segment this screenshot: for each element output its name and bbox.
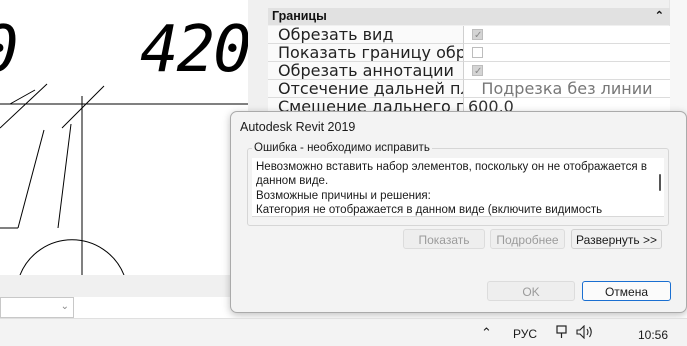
message-line: Возможные причины и решения: — [256, 190, 431, 202]
ok-button[interactable]: OK — [487, 281, 575, 301]
message-line: Невозможно вставить набор элементов, пос… — [256, 161, 647, 173]
drawing-canvas[interactable]: 420 0 — [0, 0, 248, 275]
show-button[interactable]: Показать — [403, 229, 485, 249]
far-clipping-value[interactable]: Подрезка без линии — [464, 80, 670, 98]
volume-icon[interactable] — [576, 325, 594, 339]
crop-annotations-checkbox[interactable] — [472, 63, 483, 81]
error-group-label: Ошибка - необходимо исправить — [252, 142, 432, 154]
clock[interactable]: 10:56 — [638, 328, 668, 342]
message-line: Категория не отображается в данном виде … — [256, 204, 603, 216]
properties-scrollbar[interactable] — [669, 0, 687, 120]
view-combo[interactable]: ⌄ — [0, 297, 74, 318]
canvas-status-strip — [0, 275, 248, 297]
property-row-crop-view[interactable]: Обрезать вид — [268, 26, 670, 45]
error-dialog: Autodesk Revit 2019 Ошибка - необходимо … — [230, 111, 687, 313]
property-row-show-crop-boundary[interactable]: Показать границу обрезки — [268, 44, 670, 63]
dimension-text: 420 — [140, 13, 248, 87]
network-icon[interactable] — [556, 325, 570, 339]
chevron-down-icon: ⌄ — [60, 301, 69, 312]
crop-view-checkbox[interactable] — [472, 27, 483, 45]
taskbar: ⌃ РУС 10:56 — [0, 318, 687, 346]
dimension-text-partial: 0 — [0, 10, 19, 90]
dialog-title: Autodesk Revit 2019 — [240, 120, 356, 134]
group-title: Границы — [272, 9, 327, 23]
message-line: данном виде. — [256, 175, 329, 187]
expand-button[interactable]: Развернуть >> — [571, 229, 662, 249]
cancel-button[interactable]: Отмена — [582, 281, 671, 301]
show-crop-boundary-checkbox[interactable] — [472, 47, 483, 58]
error-message-box[interactable]: Невозможно вставить набор элементов, пос… — [252, 158, 664, 217]
more-info-button[interactable]: Подробнее — [490, 229, 565, 249]
properties-group-header[interactable]: Границы ⌃ — [268, 8, 670, 25]
message-scrollbar[interactable] — [659, 174, 661, 191]
collapse-icon[interactable]: ⌃ — [655, 8, 664, 25]
chevron-up-icon[interactable]: ⌃ — [481, 325, 492, 341]
language-indicator[interactable]: РУС — [513, 327, 537, 341]
